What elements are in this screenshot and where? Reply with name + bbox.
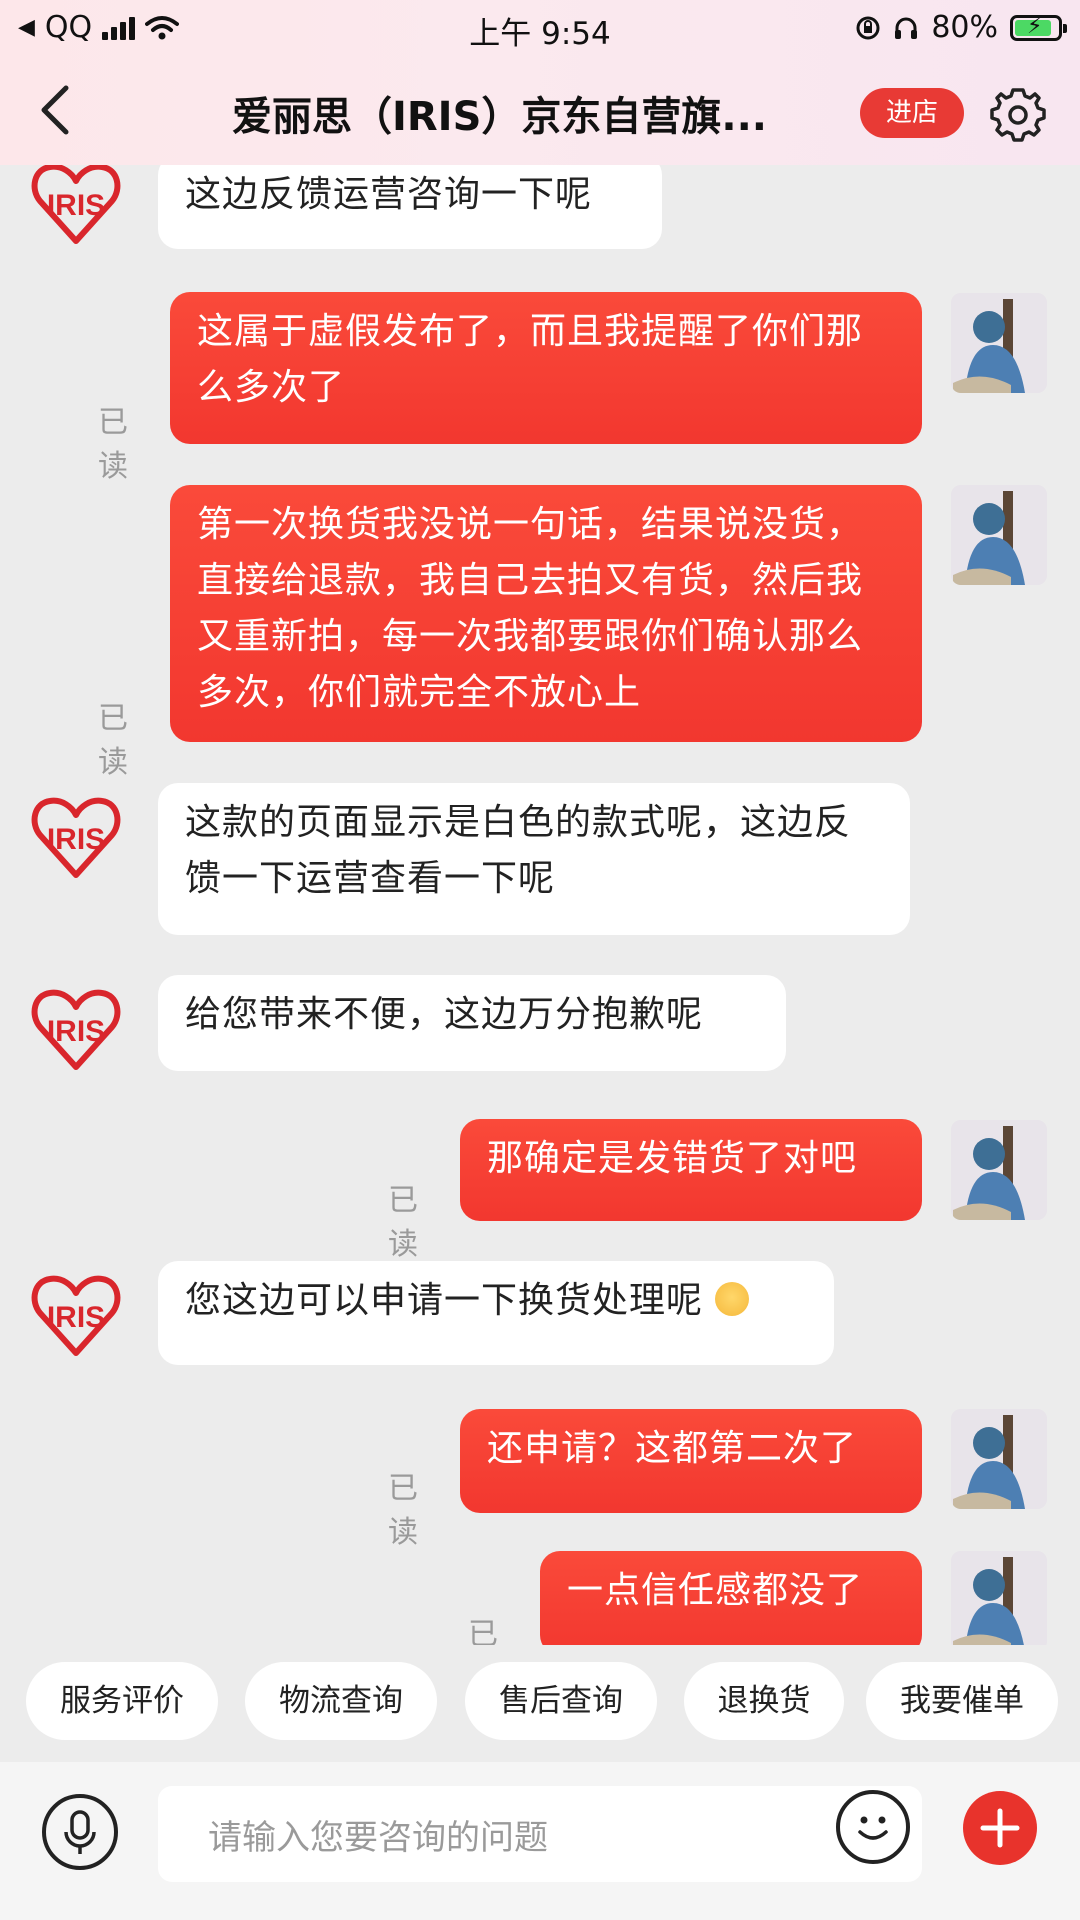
- message-bubble[interactable]: 这属于虚假发布了，而且我提醒了你们那么多次了: [170, 292, 922, 444]
- message-bubble[interactable]: 您这边可以申请一下换货处理呢: [158, 1261, 834, 1365]
- user-avatar[interactable]: [951, 293, 1047, 393]
- rotation-lock-icon: [856, 16, 880, 39]
- gear-icon[interactable]: [988, 84, 1048, 144]
- top-header: ◀ QQ 上午 9:54 80% ⚡ 爱丽思（IRIS）京东自营旗... 进店: [0, 0, 1080, 165]
- read-status: 已读: [98, 701, 128, 780]
- emoji-button[interactable]: [836, 1790, 910, 1864]
- quick-action-urge-order[interactable]: 我要催单: [866, 1662, 1058, 1740]
- iris-logo-text: IRIS: [47, 823, 105, 856]
- status-bar: ◀ QQ 上午 9:54 80% ⚡: [0, 0, 1080, 56]
- message-bubble[interactable]: 第一次换货我没说一句话，结果说没货，直接给退款，我自己去拍又有货，然后我又重新拍…: [170, 485, 922, 742]
- back-arrow-icon[interactable]: [26, 78, 90, 142]
- iris-logo-avatar[interactable]: IRIS: [28, 789, 124, 885]
- message-text: 您这边可以申请一下换货处理呢: [185, 1280, 704, 1321]
- message-bubble[interactable]: 那确定是发错货了对吧: [460, 1119, 922, 1221]
- battery-icon: ⚡: [1010, 13, 1067, 41]
- status-right: 80% ⚡: [855, 10, 1067, 45]
- iris-logo-avatar[interactable]: IRIS: [28, 165, 124, 251]
- read-status: 已读: [98, 405, 128, 484]
- emoji-icon: [858, 1816, 888, 1840]
- nav-bar: 爱丽思（IRIS）京东自营旗... 进店: [0, 64, 1080, 160]
- quick-actions-bar: 服务评价 物流查询 售后查询 退换货 我要催单: [0, 1648, 1080, 1758]
- read-status: 已读: [388, 1183, 418, 1262]
- iris-logo-text: IRIS: [47, 1301, 105, 1334]
- microphone-button[interactable]: [42, 1794, 118, 1870]
- more-button[interactable]: [963, 1791, 1037, 1865]
- user-avatar[interactable]: [951, 1120, 1047, 1220]
- message-bubble[interactable]: 一点信任感都没了: [540, 1551, 922, 1645]
- message-text: 一点信任感都没了: [567, 1570, 864, 1611]
- user-avatar[interactable]: [951, 1551, 1047, 1645]
- quick-action-return-exchange[interactable]: 退换货: [684, 1662, 844, 1740]
- message-text: 这款的页面显示是白色的款式呢，这边反馈一下运营查看一下呢: [185, 802, 852, 899]
- headphones-icon: [895, 17, 918, 39]
- message-text: 那确定是发错货了对吧: [487, 1138, 858, 1179]
- message-text: 第一次换货我没说一句话，结果说没货，直接给退款，我自己去拍又有货，然后我又重新拍…: [197, 504, 864, 713]
- message-text: 这边反馈运营咨询一下呢: [185, 174, 593, 215]
- iris-logo-avatar[interactable]: IRIS: [28, 1267, 124, 1363]
- message-input[interactable]: 请输入您要咨询的问题: [158, 1786, 922, 1882]
- microphone-icon: [64, 1810, 96, 1854]
- sleepy-face-emoji: [715, 1282, 750, 1316]
- quick-action-service-rating[interactable]: 服务评价: [26, 1662, 218, 1740]
- message-bubble[interactable]: 这边反馈运营咨询一下呢: [158, 165, 662, 249]
- page-title: 爱丽思（IRIS）京东自营旗...: [232, 94, 767, 140]
- enter-shop-button[interactable]: 进店: [860, 88, 964, 138]
- message-text: 给您带来不便，这边万分抱歉呢: [185, 994, 704, 1035]
- iris-logo-text: IRIS: [47, 1015, 105, 1048]
- user-avatar[interactable]: [951, 1409, 1047, 1509]
- input-bar: 请输入您要咨询的问题: [0, 1762, 1080, 1920]
- iris-logo-text: IRIS: [47, 189, 105, 222]
- plus-icon: [980, 1808, 1020, 1848]
- iris-logo-avatar[interactable]: IRIS: [28, 981, 124, 1077]
- message-bubble[interactable]: 还申请？这都第二次了: [460, 1409, 922, 1513]
- read-status: 已读: [388, 1471, 418, 1550]
- chat-area[interactable]: IRIS 这边反馈运营咨询一下呢 已读 这属于虚假发布了，而且我提醒了你们那么多…: [0, 165, 1080, 1645]
- input-placeholder: 请输入您要咨询的问题: [208, 1818, 548, 1858]
- charging-bolt-icon: ⚡: [1027, 13, 1043, 39]
- user-avatar[interactable]: [951, 485, 1047, 585]
- quick-action-aftersales[interactable]: 售后查询: [465, 1662, 657, 1740]
- message-bubble[interactable]: 这款的页面显示是白色的款式呢，这边反馈一下运营查看一下呢: [158, 783, 910, 935]
- message-text: 还申请？这都第二次了: [487, 1428, 858, 1469]
- battery-percent: 80%: [931, 10, 998, 45]
- message-text: 这属于虚假发布了，而且我提醒了你们那么多次了: [197, 311, 864, 408]
- read-status: 已读: [468, 1617, 498, 1645]
- quick-action-logistics[interactable]: 物流查询: [245, 1662, 437, 1740]
- message-bubble[interactable]: 给您带来不便，这边万分抱歉呢: [158, 975, 786, 1071]
